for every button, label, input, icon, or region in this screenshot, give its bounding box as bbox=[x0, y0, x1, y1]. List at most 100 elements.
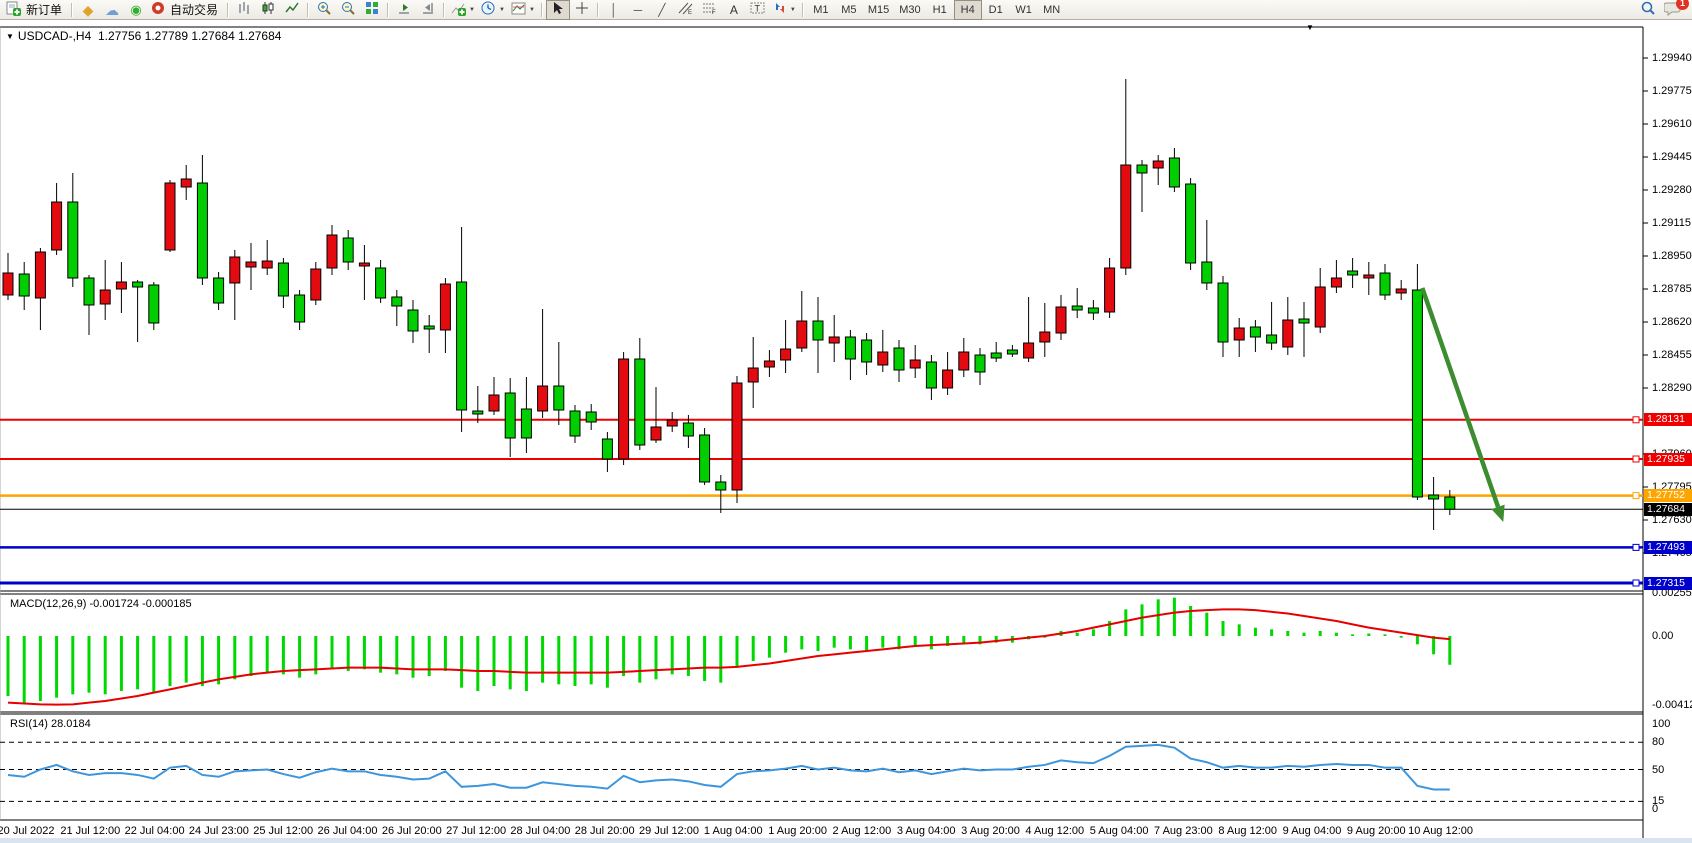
candle bbox=[181, 179, 191, 187]
candle bbox=[602, 439, 612, 459]
chevron-down-icon: ▼ bbox=[790, 7, 796, 13]
candle bbox=[1072, 306, 1082, 310]
new-order-label: 新订单 bbox=[23, 1, 65, 18]
auto-scroll-button[interactable] bbox=[392, 0, 416, 20]
timeframe-m5[interactable]: M5 bbox=[835, 0, 863, 20]
metaeditor-button[interactable]: ◆ bbox=[76, 0, 100, 20]
auto-trading-button[interactable]: 自动交易 bbox=[148, 0, 224, 20]
candle bbox=[408, 310, 418, 331]
trendline-icon: ╱ bbox=[658, 4, 665, 16]
rsi-axis-tick: 80 bbox=[1652, 736, 1664, 748]
rsi-axis-tick: 0 bbox=[1652, 803, 1658, 815]
cursor-button[interactable] bbox=[546, 0, 570, 20]
timeframe-h1[interactable]: H1 bbox=[926, 0, 954, 20]
window-edge bbox=[0, 838, 1692, 843]
market-watch-button[interactable]: ☁ bbox=[100, 0, 124, 20]
candle bbox=[52, 202, 62, 250]
timeframe-mn[interactable]: MN bbox=[1038, 0, 1066, 20]
candle bbox=[797, 321, 807, 348]
chart-candles-button[interactable] bbox=[256, 0, 280, 20]
macd-histogram-bar bbox=[606, 636, 609, 688]
macd-histogram-bar bbox=[169, 636, 172, 686]
macd-histogram-bar bbox=[314, 636, 317, 674]
candle bbox=[570, 411, 580, 436]
chart-collapse-arrow-icon[interactable]: ▼ bbox=[1306, 23, 1314, 32]
line-handle[interactable] bbox=[1633, 580, 1639, 586]
candle bbox=[327, 235, 337, 268]
trend-arrow-head[interactable] bbox=[1491, 505, 1504, 522]
zoom-in-button[interactable] bbox=[312, 0, 336, 20]
macd-histogram-bar bbox=[250, 636, 253, 676]
trendline-button[interactable]: ╱ bbox=[650, 0, 674, 20]
templates-dropdown[interactable]: ▼ bbox=[508, 0, 538, 20]
search-button[interactable] bbox=[1636, 0, 1660, 20]
price-badge: 1.28131 bbox=[1644, 413, 1692, 426]
macd-histogram-bar bbox=[962, 636, 965, 643]
candle bbox=[278, 263, 288, 296]
label-icon: T bbox=[750, 1, 765, 18]
crosshair-button[interactable] bbox=[570, 0, 594, 20]
timeframe-m30[interactable]: M30 bbox=[894, 0, 925, 20]
timeframe-m15[interactable]: M15 bbox=[863, 0, 894, 20]
macd-histogram-bar bbox=[1367, 634, 1370, 637]
text-label-button[interactable]: T bbox=[746, 0, 770, 20]
periods-dropdown[interactable]: ▼ bbox=[478, 0, 508, 20]
indicators-dropdown[interactable]: ▼ bbox=[448, 0, 478, 20]
chart-symbol-timeframe: USDCAD-,H4 bbox=[18, 29, 91, 43]
price-axis-tick: 1.27630 bbox=[1652, 514, 1692, 526]
symbol-dropdown-icon[interactable]: ▼ bbox=[6, 32, 14, 41]
horizontal-line-button[interactable]: ─ bbox=[626, 0, 650, 20]
time-axis-label: 2 Aug 12:00 bbox=[833, 825, 892, 837]
candle bbox=[619, 359, 629, 459]
candle bbox=[1024, 343, 1034, 358]
time-axis-label: 9 Aug 04:00 bbox=[1283, 825, 1342, 837]
line-handle[interactable] bbox=[1633, 417, 1639, 423]
signal-button[interactable]: ◉ bbox=[124, 0, 148, 20]
new-order-button[interactable]: 新订单 bbox=[3, 0, 68, 20]
line-handle[interactable] bbox=[1633, 544, 1639, 550]
macd-histogram-bar bbox=[638, 636, 641, 683]
macd-histogram-bar bbox=[979, 636, 982, 644]
vertical-line-button[interactable]: │ bbox=[602, 0, 626, 20]
notifications-button[interactable]: 1 bbox=[1660, 0, 1684, 20]
chart-bars-button[interactable] bbox=[232, 0, 256, 20]
arrows-dropdown[interactable]: ▼ bbox=[770, 0, 799, 20]
cursor-icon bbox=[551, 1, 564, 18]
hline-icon: ─ bbox=[634, 4, 643, 16]
line-handle[interactable] bbox=[1633, 493, 1639, 499]
tile-windows-button[interactable] bbox=[360, 0, 384, 20]
candle bbox=[894, 348, 904, 370]
candle bbox=[716, 482, 726, 490]
line-handle[interactable] bbox=[1633, 456, 1639, 462]
timeframe-w1[interactable]: W1 bbox=[1010, 0, 1038, 20]
toolbar-separator bbox=[387, 3, 389, 17]
chart-line-button[interactable] bbox=[280, 0, 304, 20]
timeframe-h4[interactable]: H4 bbox=[954, 0, 982, 20]
text-button[interactable]: A bbox=[722, 0, 746, 20]
chart-shift-button[interactable] bbox=[416, 0, 440, 20]
zoom-out-button[interactable] bbox=[336, 0, 360, 20]
fibonacci-button[interactable]: F bbox=[698, 0, 722, 20]
candle bbox=[19, 274, 29, 296]
price-axis-tick: 1.29940 bbox=[1652, 52, 1692, 64]
candle bbox=[667, 420, 677, 426]
candle bbox=[1056, 307, 1066, 333]
time-axis-label: 4 Aug 12:00 bbox=[1025, 825, 1084, 837]
macd-histogram-bar bbox=[1432, 636, 1435, 654]
candle bbox=[473, 411, 483, 414]
candle bbox=[133, 282, 143, 287]
candle bbox=[959, 352, 969, 370]
timeframe-m1[interactable]: M1 bbox=[807, 0, 835, 20]
trend-arrow[interactable] bbox=[1422, 288, 1498, 507]
price-axis-tick: 1.29280 bbox=[1652, 184, 1692, 196]
time-axis-label: 25 Jul 12:00 bbox=[253, 825, 313, 837]
macd-histogram-bar bbox=[574, 636, 577, 686]
timeframe-d1[interactable]: D1 bbox=[982, 0, 1010, 20]
macd-histogram-bar bbox=[395, 636, 398, 674]
candle bbox=[1299, 319, 1309, 323]
candle bbox=[829, 337, 839, 343]
chart-candles-icon bbox=[261, 1, 275, 18]
candle bbox=[1007, 350, 1017, 354]
candle bbox=[197, 183, 207, 278]
channel-button[interactable]: E bbox=[674, 0, 698, 20]
